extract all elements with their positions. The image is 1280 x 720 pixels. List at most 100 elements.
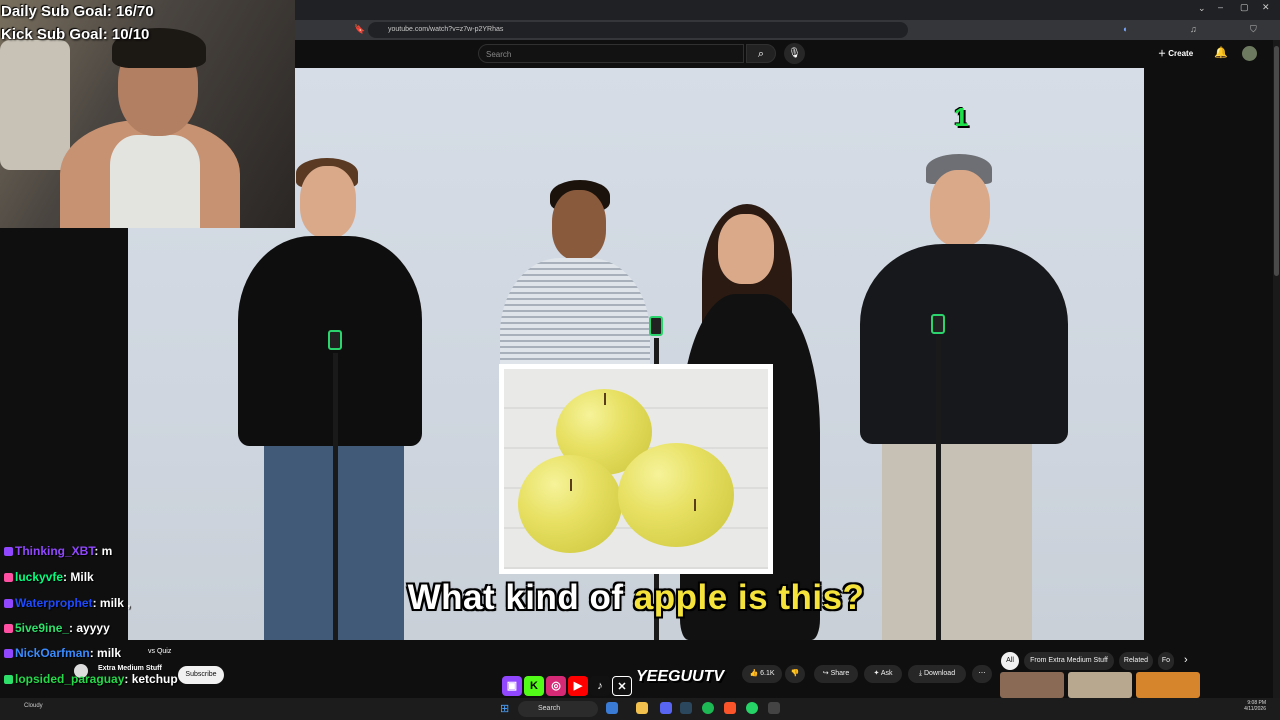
chat-message: Thinking_XBT: m	[4, 544, 112, 558]
chat-text: : m	[94, 544, 113, 558]
contestant-head	[300, 166, 356, 238]
discord-icon[interactable]	[660, 702, 672, 714]
search-input[interactable]: Search	[478, 44, 744, 63]
contestant-head	[552, 190, 606, 260]
daily-sub-goal: Daily Sub Goal: 16/70	[1, 3, 154, 20]
instagram-icon: ◎	[546, 676, 566, 696]
url-field[interactable]: youtube.com/watch?v=z7w-p2YRhas	[368, 22, 908, 38]
scrollbar-thumb[interactable]	[1274, 46, 1279, 276]
contestant-head	[930, 170, 990, 246]
weather-label[interactable]: Cloudy	[24, 703, 43, 709]
media-icon[interactable]: ♫	[1190, 24, 1197, 34]
twitch-icon: ▣	[502, 676, 522, 696]
chat-username[interactable]: 5ive9ine_	[15, 621, 69, 635]
sparkle-icon: ✦	[873, 670, 880, 677]
chat-username[interactable]: luckyvfe	[15, 570, 63, 584]
audio-icon[interactable]: ◖	[1122, 24, 1127, 34]
download-label: Download	[923, 670, 956, 677]
steam-icon[interactable]	[680, 702, 692, 714]
avatar[interactable]	[1242, 46, 1257, 61]
share-icon: ↪	[822, 670, 829, 677]
close-window-button[interactable]: ✕	[1262, 2, 1270, 13]
app-icon[interactable]	[746, 702, 758, 714]
minimize-button[interactable]: –	[1218, 2, 1223, 12]
tiktok-icon: ♪	[590, 676, 610, 696]
question-counter: 1	[954, 102, 969, 132]
chat-badge-icon	[4, 599, 13, 609]
folder-icon[interactable]	[636, 702, 648, 714]
caption-highlight: apple is this?	[633, 578, 865, 617]
chair	[0, 40, 70, 170]
voice-search-button[interactable]: 🎙	[784, 43, 805, 64]
chat-badge-icon	[4, 624, 13, 634]
chat-text: : ayyyy	[69, 621, 110, 635]
ask-label: Ask	[880, 670, 893, 677]
search-button[interactable]: ⌕	[746, 44, 776, 63]
more-actions-button[interactable]: ⋯	[972, 665, 992, 683]
plus-icon: ＋	[1158, 49, 1166, 58]
bell-icon[interactable]: 🔔	[1214, 46, 1228, 59]
x-icon: ✕	[612, 676, 632, 696]
chat-text: : milk	[89, 646, 122, 660]
apple-stem	[604, 393, 606, 405]
video-title-fragment: vs Quiz	[148, 648, 172, 655]
mic-icon: 🎙	[788, 48, 801, 59]
clock-date: 4/11/2026	[1244, 706, 1266, 712]
spotify-icon[interactable]	[702, 702, 714, 714]
recommended-thumbnail[interactable]	[1068, 672, 1132, 698]
streamer-shirt	[110, 135, 200, 228]
chat-badge-icon	[4, 675, 13, 685]
filter-chip-all[interactable]: All	[1001, 652, 1019, 670]
recommended-thumbnail[interactable]	[1136, 672, 1200, 698]
maximize-button[interactable]: ▢	[1240, 2, 1249, 13]
contestant-4	[860, 154, 1070, 640]
like-count: 6.1K	[760, 670, 775, 677]
apple-photo	[504, 369, 768, 569]
taskbar-search[interactable]: Search	[518, 701, 598, 717]
taskbar-app-icon[interactable]	[606, 702, 618, 714]
download-button[interactable]: ⤓ Download	[908, 665, 966, 683]
apple-shape	[618, 443, 734, 547]
mic-icon	[649, 316, 663, 336]
chat-message: NickOarfman: milk	[4, 646, 121, 660]
like-button[interactable]: 👍 6.1K	[742, 665, 782, 683]
create-button[interactable]: ＋ Create	[1158, 45, 1204, 63]
chat-message: lopsided_paraguay: ketchup	[4, 672, 178, 686]
subscribe-button[interactable]: Subscribe	[178, 666, 224, 684]
dislike-button[interactable]: 👎	[785, 665, 805, 683]
windows-start-icon[interactable]: ⊞	[500, 702, 509, 715]
chat-username[interactable]: lopsided_paraguay	[15, 672, 124, 686]
chat-message: Waterprophet: milk ,	[4, 596, 131, 610]
contestant-head	[718, 214, 774, 284]
clock[interactable]: 9:08 PM 4/11/2026	[1226, 700, 1266, 712]
chat-text: : Milk	[63, 570, 94, 584]
bookmark-icon[interactable]: 🔖	[354, 24, 365, 35]
mic-icon	[931, 314, 945, 334]
chat-username[interactable]: Waterprophet	[15, 596, 93, 610]
chat-badge-icon	[4, 547, 13, 557]
obs-icon[interactable]	[768, 702, 780, 714]
share-button[interactable]: ↪ Share	[814, 665, 858, 683]
shield-icon[interactable]: ⛉	[1250, 24, 1257, 35]
filter-chip-channel[interactable]: From Extra Medium Stuff	[1024, 652, 1114, 670]
chat-text: : milk ,	[92, 596, 131, 610]
share-label: Share	[830, 670, 850, 677]
apple-shape	[518, 455, 622, 553]
apple-image-card	[499, 364, 773, 574]
download-icon: ⤓	[918, 670, 922, 677]
chat-text: : ketchup	[124, 672, 178, 686]
video-caption: What kind of apple is this?	[128, 578, 1144, 618]
chevron-right-icon[interactable]: ›	[1184, 654, 1188, 666]
brave-icon[interactable]	[724, 702, 736, 714]
filter-chip-related[interactable]: Related	[1119, 652, 1153, 670]
channel-name[interactable]: Extra Medium Stuff	[98, 665, 162, 672]
recommended-thumbnail[interactable]	[1000, 672, 1064, 698]
ask-button[interactable]: ✦ Ask	[864, 665, 902, 683]
window-menu-chevron-icon[interactable]: ⌄	[1198, 3, 1206, 14]
thumbs-up-icon: 👍	[749, 670, 759, 677]
chat-username[interactable]: Thinking_XBT	[15, 544, 94, 558]
search-icon: ⌕	[757, 48, 765, 60]
filter-chip-more[interactable]: Fo	[1158, 652, 1174, 670]
chat-username[interactable]: NickOarfman	[15, 646, 90, 660]
chat-badge-icon	[4, 573, 13, 583]
